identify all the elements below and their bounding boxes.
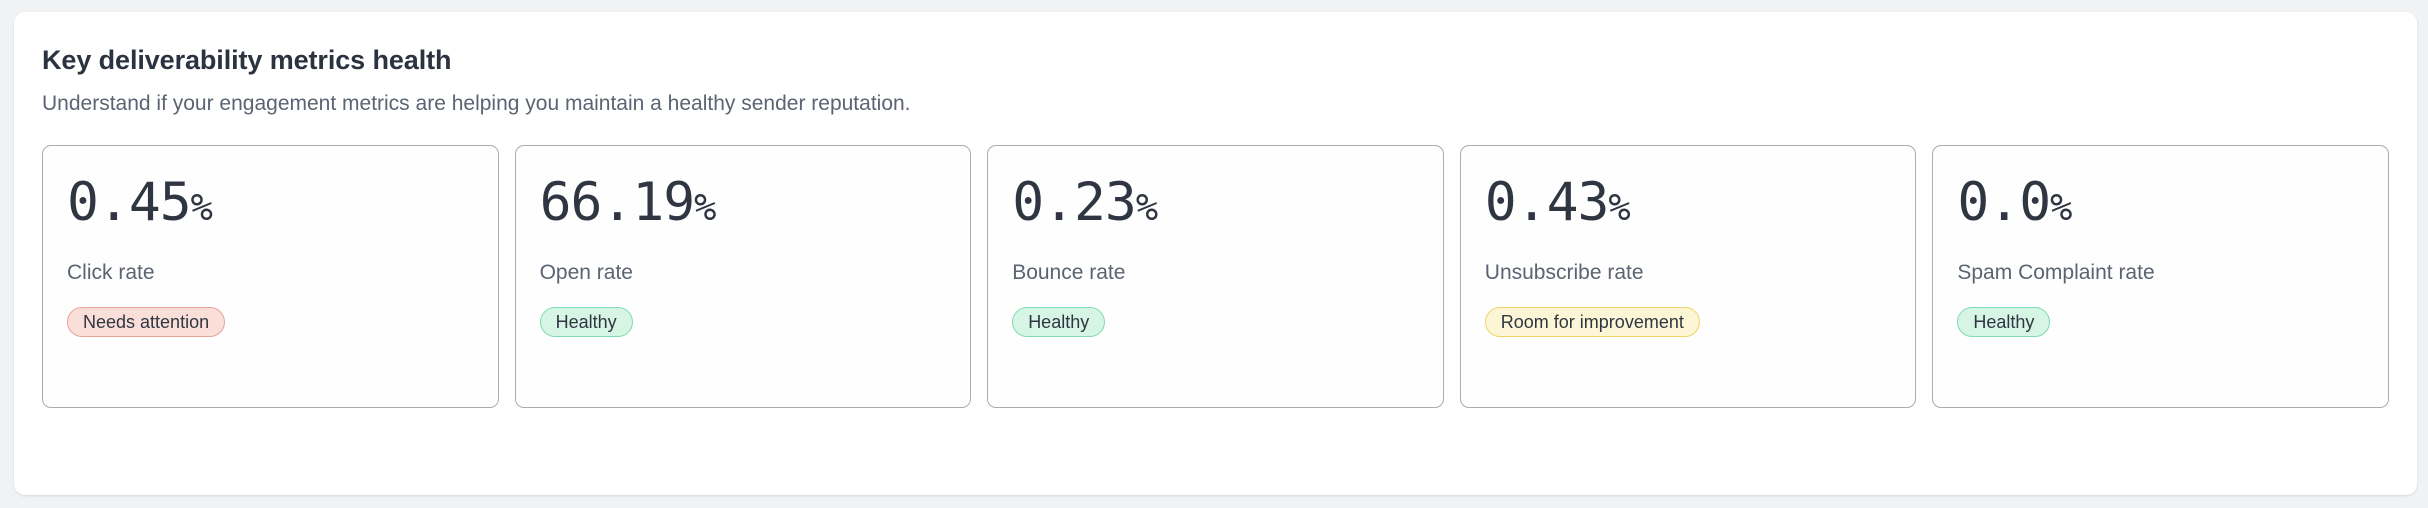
metric-value: 0.0%	[1957, 176, 2364, 229]
status-badge: Room for improvement	[1484, 306, 1700, 337]
metric-card-click-rate[interactable]: 0.45% Click rate Needs attention	[42, 144, 499, 408]
metric-value-number: 0.43	[1484, 171, 1610, 233]
metric-value: 0.45%	[67, 176, 474, 229]
percent-sign: %	[2050, 185, 2072, 229]
metric-label: Open rate	[539, 260, 633, 284]
metric-value: 0.43%	[1485, 176, 1892, 229]
metric-card-unsubscribe-rate[interactable]: 0.43% Unsubscribe rate Room for improvem…	[1459, 144, 1917, 408]
percent-sign: %	[1135, 185, 1158, 229]
panel-header: Key deliverability metrics health Unders…	[14, 12, 2417, 118]
metric-label: Spam Complaint rate	[1957, 260, 2155, 284]
status-badge: Healthy	[1012, 306, 1106, 337]
status-badge: Healthy	[539, 306, 633, 337]
status-badge: Healthy	[1957, 306, 2051, 337]
metric-value-number: 0.23	[1012, 171, 1137, 233]
metric-value: 66.19%	[540, 176, 947, 229]
status-badge: Needs attention	[67, 306, 226, 337]
metric-card-open-rate[interactable]: 66.19% Open rate Healthy	[514, 144, 972, 408]
percent-sign: %	[1608, 185, 1630, 229]
page-title: Key deliverability metrics health	[42, 45, 452, 75]
metric-value-number: 0.0	[1957, 171, 2051, 233]
metric-cards-row: 0.45% Click rate Needs attention 66.19% …	[14, 118, 2417, 408]
metric-value: 0.23%	[1012, 176, 1419, 229]
panel-subtitle: Understand if your engagement metrics ar…	[42, 92, 911, 116]
percent-sign: %	[190, 185, 213, 229]
deliverability-metrics-panel: Key deliverability metrics health Unders…	[14, 12, 2417, 495]
metric-label: Bounce rate	[1012, 260, 1126, 284]
metric-value-number: 66.19	[539, 171, 696, 233]
percent-sign: %	[694, 185, 716, 229]
metric-value-number: 0.45	[67, 171, 192, 233]
metric-label: Unsubscribe rate	[1484, 260, 1644, 284]
metric-card-bounce-rate[interactable]: 0.23% Bounce rate Healthy	[987, 144, 1444, 408]
metric-label: Click rate	[67, 260, 155, 284]
metric-card-spam-complaint-rate[interactable]: 0.0% Spam Complaint rate Healthy	[1932, 144, 2389, 408]
